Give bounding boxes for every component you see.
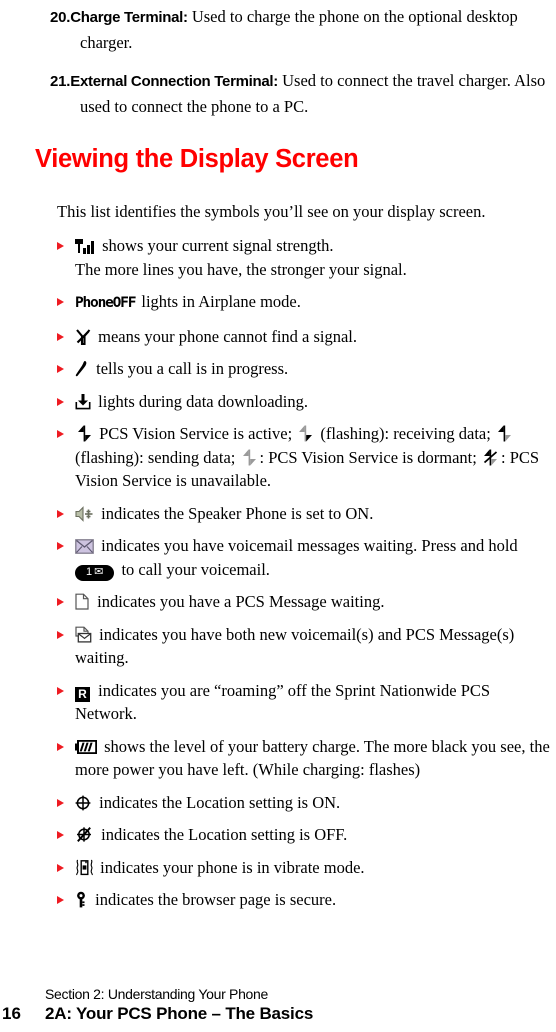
battery-icon — [75, 737, 98, 754]
symbol-list: shows your current signal strength. The … — [0, 234, 556, 912]
voicemail-and-message-icon — [75, 626, 92, 643]
bullet-triangle-icon — [57, 630, 64, 639]
key-digit: 1 — [86, 565, 93, 578]
list-item-battery: shows the level of your battery charge. … — [0, 735, 556, 782]
list-item-vibrate: indicates your phone is in vibrate mode. — [0, 856, 556, 880]
no-signal-icon — [75, 328, 91, 345]
list-item-location-off: indicates the Location setting is OFF. — [0, 823, 556, 847]
symbol-description: tells you a call is in progress. — [92, 359, 289, 378]
pcs-message-icon — [75, 593, 89, 610]
page-footer: Section 2: Understanding Your Phone 16 2… — [0, 985, 556, 1024]
bullet-triangle-icon — [57, 332, 64, 341]
item-number: 20. — [50, 9, 71, 26]
bullet-triangle-icon — [57, 686, 64, 695]
bullet-triangle-icon — [57, 365, 64, 373]
bullet-triangle-icon — [57, 896, 64, 904]
symbol-description: lights in Airplane mode. — [137, 292, 301, 311]
pcs-vision-active-icon — [77, 425, 93, 442]
secure-page-icon — [75, 891, 87, 908]
symbol-description-3: (flashing): sending data; — [75, 447, 236, 467]
item-number: 21. — [50, 73, 71, 90]
call-in-progress-icon — [75, 360, 88, 377]
voicemail-envelope-icon — [75, 537, 94, 554]
bullet-triangle-icon — [57, 509, 64, 518]
symbol-description: indicates your phone is in vibrate mode. — [96, 857, 365, 877]
pcs-vision-sending-icon — [497, 425, 513, 442]
voicemail-key[interactable]: 1 ✉ — [75, 564, 115, 581]
symbol-description-2: (flashing): receiving data; — [316, 424, 491, 443]
symbol-description: indicates you have a PCS Message waiting… — [93, 592, 385, 611]
bullet-triangle-icon — [57, 598, 64, 606]
symbol-description-line2: The more lines you have, the stronger yo… — [75, 259, 407, 279]
footer-chapter: 2A: Your PCS Phone – The Basics — [45, 1004, 314, 1023]
bullet-triangle-icon — [57, 742, 64, 751]
symbol-description-1: PCS Vision Service is active; — [95, 424, 293, 443]
pcs-vision-unavailable-icon — [483, 449, 499, 466]
list-item-pcs-message: indicates you have a PCS Message waiting… — [0, 590, 556, 614]
roaming-icon: R — [75, 686, 90, 702]
list-item-phone-off: PhoneOFF lights in Airplane mode. — [0, 290, 556, 316]
list-item-voicemail-and-message: indicates you have both new voicemail(s)… — [0, 623, 556, 670]
bullet-triangle-icon — [57, 831, 64, 839]
pcs-vision-dormant-icon — [242, 449, 258, 466]
vibrate-mode-icon — [75, 859, 94, 876]
list-item-voicemail: indicates you have voicemail messages wa… — [0, 534, 556, 581]
list-item-call-in-progress: tells you a call is in progress. — [0, 357, 556, 381]
bullet-triangle-icon — [57, 397, 64, 406]
footer-section: Section 2: Understanding Your Phone — [45, 986, 269, 1002]
list-item-data-download: lights during data downloading. — [0, 390, 556, 414]
symbol-description: means your phone cannot find a signal. — [94, 326, 358, 346]
list-item-location-on: indicates the Location setting is ON. — [0, 791, 556, 815]
symbol-description: indicates you have both new voicemail(s)… — [75, 624, 515, 668]
numbered-list: 20.Charge Terminal: Used to charge the p… — [0, 4, 556, 119]
symbol-description: indicates you have voicemail messages wa… — [97, 536, 518, 555]
data-download-icon — [75, 393, 91, 410]
page-number: 16 — [2, 1004, 21, 1023]
symbol-description: lights during data downloading. — [94, 391, 309, 411]
list-item-secure-page: indicates the browser page is secure. — [0, 888, 556, 912]
speaker-phone-icon — [75, 505, 94, 522]
list-item-speaker-phone: indicates the Speaker Phone is set to ON… — [0, 502, 556, 526]
list-item: 21.External Connection Terminal: Used to… — [0, 68, 556, 119]
symbol-description-line2: to call your voicemail. — [117, 559, 270, 579]
bullet-triangle-icon — [57, 242, 64, 250]
bullet-triangle-icon — [57, 298, 64, 306]
bullet-triangle-icon — [57, 430, 64, 438]
symbol-description: indicates the browser page is secure. — [91, 890, 337, 909]
symbol-description-4: : PCS Vision Service is dormant; — [259, 447, 477, 467]
location-on-icon — [75, 794, 91, 810]
item-lead: External Connection Terminal: — [70, 73, 278, 90]
pcs-vision-receiving-icon — [298, 425, 314, 442]
symbol-description: indicates you are “roaming” off the Spri… — [75, 680, 491, 724]
list-item: 20.Charge Terminal: Used to charge the p… — [0, 4, 556, 55]
location-off-icon — [75, 826, 93, 843]
symbol-description: shows your current signal strength. — [98, 236, 334, 255]
envelope-icon: ✉ — [94, 565, 104, 578]
phone-off-label: PhoneOFF — [75, 295, 136, 311]
list-item-roaming: R indicates you are “roaming” off the Sp… — [0, 679, 556, 726]
bullet-triangle-icon — [57, 863, 64, 872]
signal-strength-icon — [75, 238, 95, 254]
bullet-triangle-icon — [57, 798, 64, 807]
bullet-triangle-icon — [57, 542, 64, 550]
intro-text: This list identifies the symbols you’ll … — [57, 202, 486, 221]
symbol-description: shows the level of your battery charge. … — [75, 736, 550, 780]
symbol-description: indicates the Location setting is ON. — [95, 792, 341, 812]
list-item-no-signal: means your phone cannot find a signal. — [0, 325, 556, 349]
item-lead: Charge Terminal: — [70, 9, 188, 26]
symbol-description: indicates the Location setting is OFF. — [97, 825, 348, 844]
manual-page: 20.Charge Terminal: Used to charge the p… — [0, 4, 556, 1032]
page-title: Viewing the Display Screen — [35, 145, 359, 173]
list-item-signal-strength: shows your current signal strength. The … — [0, 234, 556, 281]
symbol-description: indicates the Speaker Phone is set to ON… — [97, 503, 374, 523]
list-item-pcs-vision: PCS Vision Service is active; (flashing)… — [0, 422, 556, 493]
